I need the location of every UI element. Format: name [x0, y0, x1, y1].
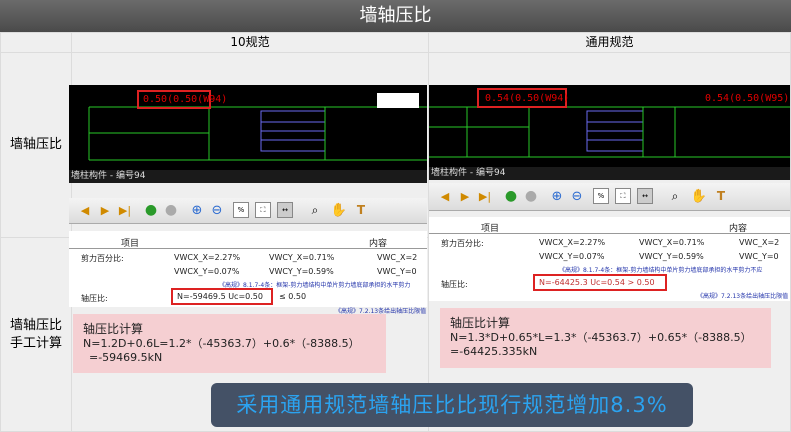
vwc-y-value: VWC_Y=0	[377, 267, 417, 276]
row2-line1: 墙轴压比	[9, 317, 62, 333]
cad-view-right[interactable]: 0.54(0.50(W94) 0.54(0.50(W95) 墙柱构件 - 编号9…	[429, 85, 790, 180]
text-icon[interactable]: T	[353, 202, 369, 218]
back-icon[interactable]: ●	[503, 188, 519, 204]
report-divider	[69, 248, 427, 249]
status-bar: 墙柱构件 - 编号94	[429, 167, 790, 180]
fit-icon[interactable]: ⛶	[255, 202, 271, 218]
percent-icon[interactable]: %	[593, 188, 609, 204]
row2-line2: 手工计算	[9, 335, 62, 351]
hand-icon[interactable]: ✋	[691, 188, 707, 204]
cad-label-2: 0.54(0.50(W95)	[705, 93, 790, 104]
toolbar-right: ◀ ▶ ▶| ● ● ⊕ ⊖ % ⛶ ↔ ⌕ ✋ T	[429, 183, 790, 211]
column-header-10: 10规范	[72, 33, 428, 52]
vwc-y-value: VWC_Y=0	[739, 252, 779, 261]
first-icon[interactable]: ◀	[77, 202, 93, 218]
fit-icon[interactable]: ⛶	[615, 188, 631, 204]
hand-icon[interactable]: ✋	[331, 202, 347, 218]
axial-label: 轴压比:	[441, 280, 468, 289]
code-note-1: 《高规》8.1.7-4条：框架-剪力墙结构中单片剪力墙底部承担的水平剪力不应	[559, 267, 763, 274]
fit-width-icon[interactable]: ↔	[277, 202, 293, 218]
vwcy2-value: VWCY_Y=0.59%	[269, 267, 334, 276]
status-bar: 墙柱构件 - 编号94	[69, 170, 427, 183]
axial-label: 轴压比:	[81, 294, 108, 303]
vwc-x-value: VWC_X=2	[377, 253, 418, 262]
cad-view-left[interactable]: 0.50(0.50(W94) 墙柱构件 - 编号94	[69, 85, 427, 183]
vwcx2-value: VWCX_Y=0.07%	[539, 252, 605, 261]
page-title: 墙轴压比	[0, 0, 791, 32]
cad-label: 0.54(0.50(W94)	[485, 93, 570, 104]
axial-value: N=-59469.5 Uc=0.50	[177, 292, 263, 301]
calc-box-right: 轴压比计算 N=1.3*D+0.65*L=1.3*（-45363.7）+0.65…	[440, 308, 771, 368]
row-label-manual: 墙轴压比 手工计算	[1, 238, 71, 431]
zoom-in-icon[interactable]: ⊕	[549, 188, 565, 204]
back-icon[interactable]: ●	[143, 202, 159, 218]
axial-value: N=-64425.3 Uc=0.54 > 0.50	[539, 278, 655, 287]
cad-drawing-left	[88, 106, 427, 161]
shear-label: 剪力百分比:	[81, 254, 124, 263]
last-icon[interactable]: ▶|	[117, 202, 133, 218]
column-header-general: 通用规范	[429, 33, 790, 52]
calc-title: 轴压比计算	[83, 322, 144, 336]
calc-result: =-59469.5kN	[89, 351, 163, 364]
toolbar-left: ◀ ▶ ▶| ● ● ⊕ ⊖ % ⛶ ↔ ⌕ ✋ T	[69, 198, 427, 224]
vwcx-value: VWCX_X=2.27%	[174, 253, 241, 262]
calc-formula: N=1.3*D+0.65*L=1.3*（-45363.7）+0.65*（-838…	[450, 331, 752, 344]
zoom-in-icon[interactable]: ⊕	[189, 202, 205, 218]
calc-result: =-64425.335kN	[450, 345, 538, 358]
vwcy2-value: VWCY_Y=0.59%	[639, 252, 704, 261]
forward-icon[interactable]: ●	[523, 188, 539, 204]
find-icon[interactable]: ⌕	[307, 202, 323, 218]
fit-width-icon[interactable]: ↔	[637, 188, 653, 204]
zoom-out-icon[interactable]: ⊖	[569, 188, 585, 204]
first-icon[interactable]: ◀	[437, 188, 453, 204]
report-right: 项目 内容 剪力百分比: VWCX_X=2.27% VWCY_X=0.71% V…	[429, 217, 790, 301]
next-icon[interactable]: ▶	[97, 202, 113, 218]
report-left: 项目 内容 剪力百分比: VWCX_X=2.27% VWCY_X=0.71% V…	[69, 231, 427, 307]
last-icon[interactable]: ▶|	[477, 188, 493, 204]
vwcx2-value: VWCX_Y=0.07%	[174, 267, 240, 276]
calc-formula: N=1.2D+0.6L=1.2*（-45363.7）+0.6*（-8388.5）	[83, 337, 360, 350]
calc-box-left: 轴压比计算 N=1.2D+0.6L=1.2*（-45363.7）+0.6*（-8…	[73, 314, 386, 373]
vwcy-value: VWCY_X=0.71%	[639, 238, 705, 247]
zoom-out-icon[interactable]: ⊖	[209, 202, 225, 218]
calc-title: 轴压比计算	[450, 316, 511, 330]
vwcx-value: VWCX_X=2.27%	[539, 238, 606, 247]
vwc-x-value: VWC_X=2	[739, 238, 780, 247]
next-icon[interactable]: ▶	[457, 188, 473, 204]
report-divider	[429, 233, 790, 234]
conclusion-banner: 采用通用规范墙轴压比比现行规范增加8.3%	[211, 383, 693, 427]
forward-icon[interactable]: ●	[163, 202, 179, 218]
cad-white-block	[377, 93, 419, 108]
find-icon[interactable]: ⌕	[667, 188, 683, 204]
shear-label: 剪力百分比:	[441, 239, 484, 248]
text-icon[interactable]: T	[713, 188, 729, 204]
row-label-axial: 墙轴压比	[1, 53, 71, 237]
code-note-2: 《高规》7.2.13条给出轴压比限值	[697, 293, 789, 300]
percent-icon[interactable]: %	[233, 202, 249, 218]
cad-label: 0.50(0.50(W94)	[143, 94, 228, 105]
corner-cell	[1, 33, 71, 52]
axial-compare: ≤ 0.50	[279, 292, 307, 301]
vwcy-value: VWCY_X=0.71%	[269, 253, 335, 262]
